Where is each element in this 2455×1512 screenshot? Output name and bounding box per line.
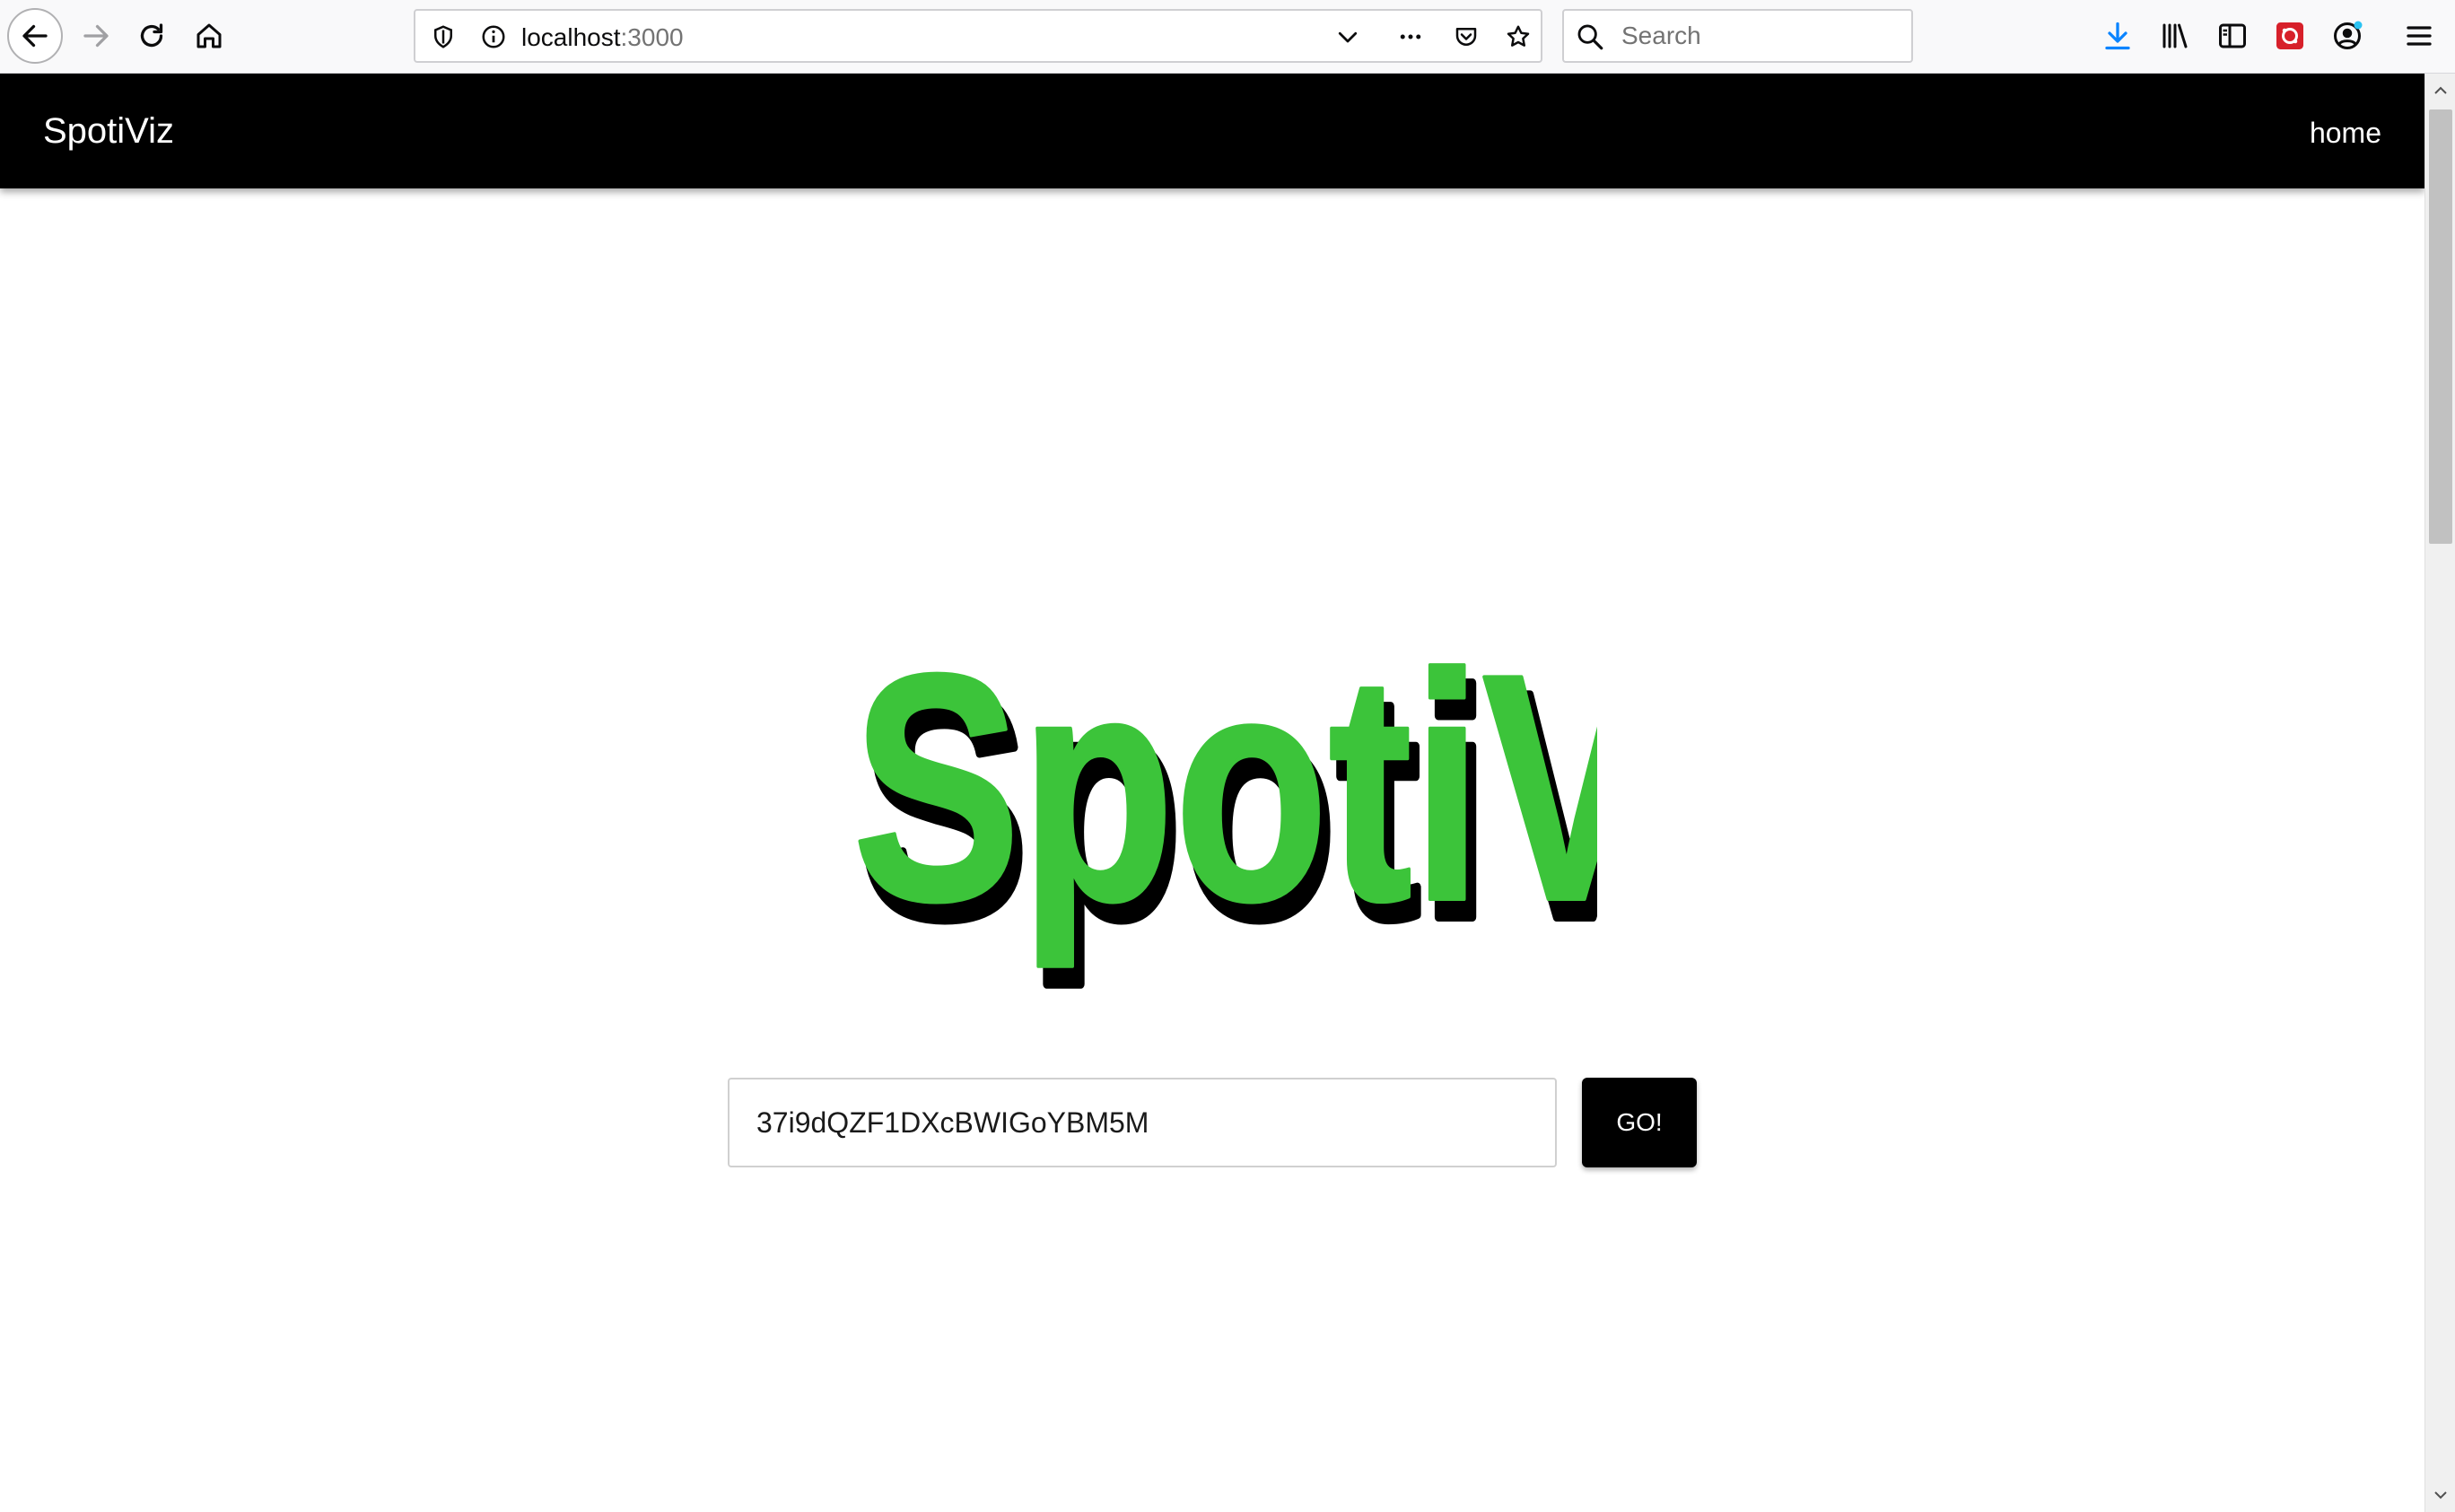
arrow-right-icon xyxy=(83,24,109,48)
chevron-down-icon[interactable] xyxy=(1332,22,1363,52)
library-icon[interactable] xyxy=(2157,18,2193,54)
reload-icon xyxy=(140,23,163,48)
browser-toolbar: localhost:3000 xyxy=(0,0,2455,74)
download-icon[interactable] xyxy=(2100,18,2136,54)
arrow-left-icon xyxy=(22,24,48,48)
url-host: localhost xyxy=(521,23,621,51)
search-bar[interactable] xyxy=(1562,9,1913,63)
playlist-id-input[interactable] xyxy=(728,1078,1557,1167)
reload-button[interactable] xyxy=(124,8,179,64)
logo-main-text: SpotiViz xyxy=(852,608,1597,970)
hamburger-menu-icon[interactable] xyxy=(2401,18,2437,54)
search-icon xyxy=(1577,24,1603,50)
nav-home-link[interactable]: home xyxy=(2310,115,2381,151)
scroll-up-icon[interactable] xyxy=(2425,77,2455,104)
url-text[interactable]: localhost:3000 xyxy=(521,22,684,54)
page-viewport: SpotiViz home SpotiViz SpotiViz GO! xyxy=(0,74,2424,1512)
pocket-icon[interactable] xyxy=(1451,22,1481,52)
scrollbar-thumb[interactable] xyxy=(2429,109,2452,544)
back-button[interactable] xyxy=(7,8,63,64)
extension-icon[interactable] xyxy=(2272,18,2308,54)
brand-title[interactable]: SpotiViz xyxy=(43,109,174,153)
search-input[interactable] xyxy=(1621,20,1891,52)
star-icon[interactable] xyxy=(1503,22,1533,52)
url-bar[interactable]: localhost:3000 xyxy=(414,9,1542,63)
go-button[interactable]: GO! xyxy=(1582,1078,1697,1167)
more-icon[interactable] xyxy=(1395,22,1426,52)
account-icon[interactable] xyxy=(2329,18,2365,54)
scroll-down-icon[interactable] xyxy=(2425,1481,2455,1508)
url-port: :3000 xyxy=(620,23,684,51)
page-scrollbar[interactable] xyxy=(2424,74,2455,1512)
shield-icon[interactable] xyxy=(428,22,459,52)
home-button[interactable] xyxy=(181,8,237,64)
app-navbar: SpotiViz home xyxy=(0,74,2424,188)
sidebar-icon[interactable] xyxy=(2215,18,2250,54)
playlist-search-form: GO! xyxy=(728,1078,1697,1167)
home-icon xyxy=(197,23,222,48)
spotiviz-logo: SpotiViz SpotiViz xyxy=(851,607,1597,992)
info-icon[interactable] xyxy=(478,22,509,52)
forward-button[interactable] xyxy=(68,8,124,64)
